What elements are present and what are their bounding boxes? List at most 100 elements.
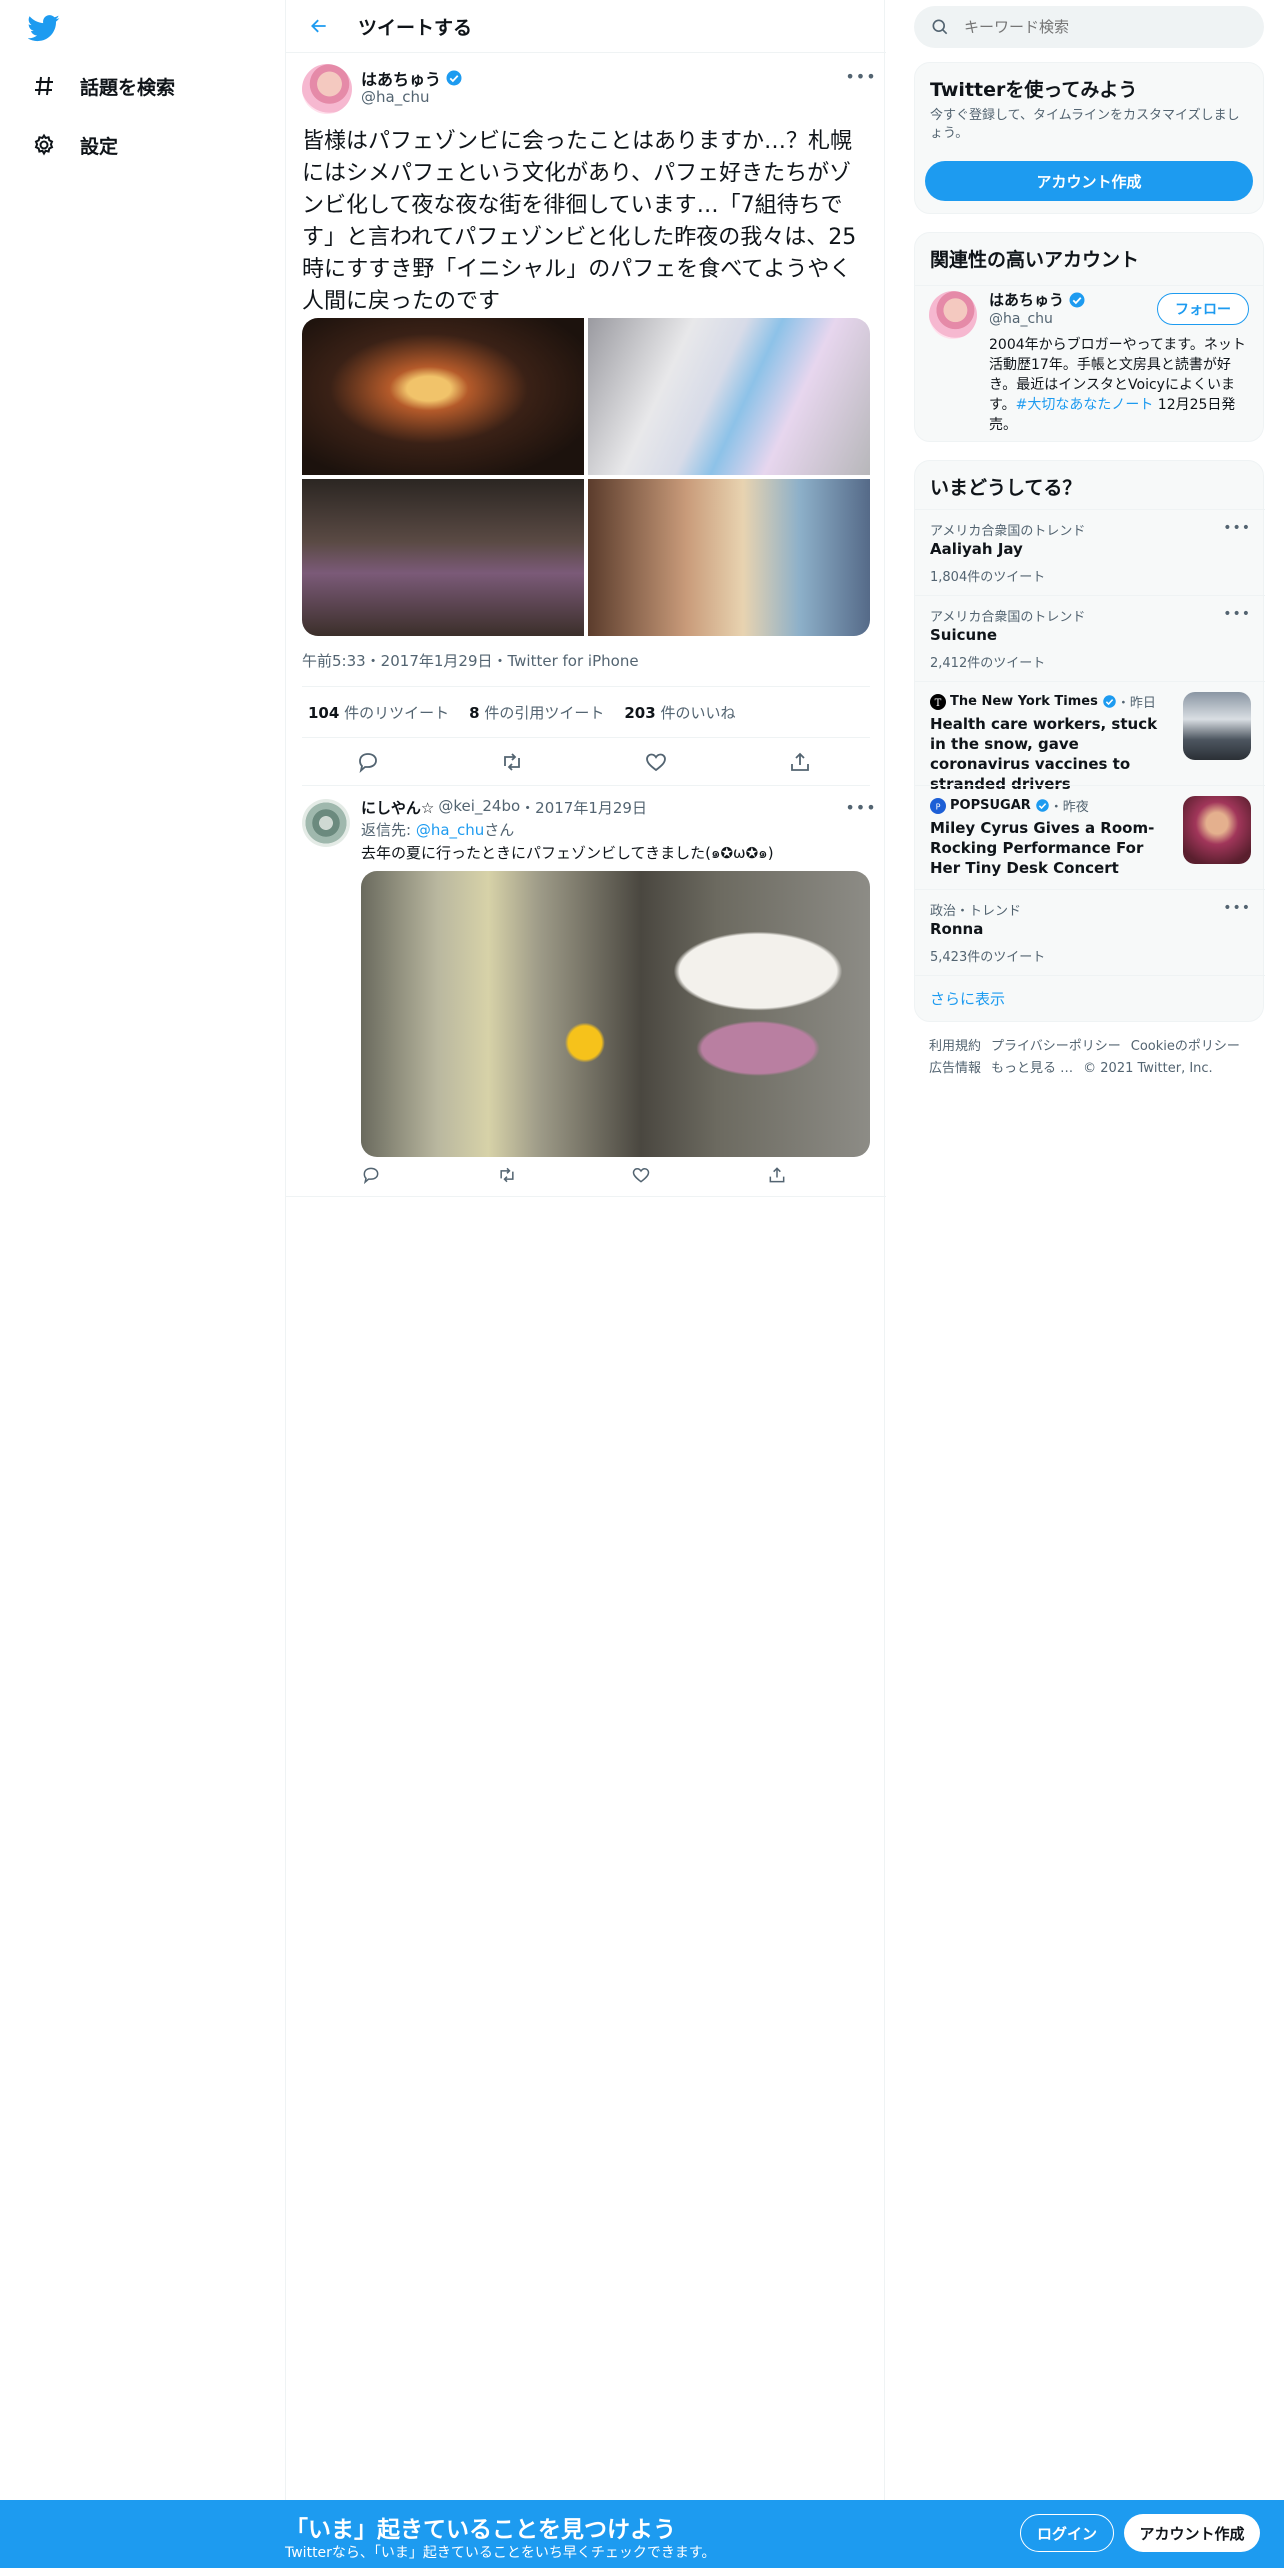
news-thumbnail (1183, 796, 1251, 864)
news-item[interactable]: P POPSUGAR ・昨夜 Miley Cyrus Gives a Room-… (915, 785, 1265, 889)
footer-link-cookies[interactable]: Cookieのポリシー (1131, 1039, 1240, 1054)
signup-button[interactable]: アカウント作成 (1124, 2514, 1260, 2552)
verified-badge-icon (1103, 695, 1116, 708)
trend-context: アメリカ合衆国のトレンド (930, 524, 1086, 539)
search-icon (932, 19, 948, 35)
news-source: T The New York Times ・昨日 (930, 692, 1156, 711)
avatar[interactable] (302, 64, 352, 114)
nav-settings-label: 設定 (80, 135, 119, 158)
likes-count: 203 (624, 703, 656, 722)
search-box[interactable] (914, 6, 1264, 48)
likes-stat[interactable]: 203 件のいいね (624, 702, 735, 723)
reply-icon[interactable] (361, 1165, 381, 1185)
reply-text: 去年の夏に行ったときにパフェゾンビしてきました(๑✪ω✪๑) (361, 844, 774, 862)
retweet-icon[interactable] (497, 1165, 517, 1185)
retweet-icon[interactable] (500, 750, 524, 774)
tweet-author[interactable]: はあちゅう (361, 66, 463, 90)
likes-label: 件のいいね (660, 703, 736, 722)
tweet-photo-4[interactable] (588, 479, 870, 636)
follow-button[interactable]: フォロー (1157, 293, 1249, 325)
divider (915, 285, 1263, 286)
create-account-button[interactable]: アカウント作成 (925, 161, 1253, 201)
reply-author[interactable]: にしやん☆ @kei_24bo ・2017年1月29日 (361, 797, 647, 818)
login-button[interactable]: ログイン (1020, 2514, 1114, 2552)
show-more-row[interactable]: さらに表示 (915, 975, 1265, 1021)
related-account-name[interactable]: はあちゅう (989, 289, 1086, 310)
related-name: はあちゅう (989, 291, 1065, 309)
news-item[interactable]: T The New York Times ・昨日 Health care wor… (915, 681, 1265, 793)
quotes-count: 8 (469, 703, 480, 722)
like-icon[interactable] (631, 1165, 651, 1185)
retweets-stat[interactable]: 104 件のリツイート (308, 702, 449, 723)
show-more-link[interactable]: さらに表示 (930, 988, 1005, 1009)
signup-title: Twitterを使ってみよう (930, 79, 1138, 101)
verified-badge-icon (1069, 292, 1085, 307)
main-column: ツイートする はあちゅう @ha_chu ••• 皆様はパフェゾンビに会ったこと… (285, 0, 886, 2500)
trends-title: いまどうしてる？ (930, 477, 1082, 499)
like-icon[interactable] (644, 750, 668, 774)
more-options-icon[interactable]: ••• (1223, 606, 1251, 622)
reply-author-handle: @kei_24bo (438, 797, 521, 815)
avatar[interactable] (929, 291, 977, 339)
twitter-bird-icon[interactable] (27, 12, 64, 44)
search-input[interactable] (964, 18, 1244, 36)
related-accounts-card: 関連性の高いアカウント はあちゅう @ha_chu フォロー 2004年からブロ… (914, 232, 1264, 442)
popsugar-logo-icon: P (930, 797, 946, 814)
left-navigation: 話題を検索 設定 (0, 0, 285, 2500)
verified-badge-icon (446, 70, 462, 86)
tweet-photo-3[interactable] (302, 479, 584, 636)
more-options-icon[interactable]: ••• (1223, 520, 1251, 536)
trend-count: 1,804件のツイート (930, 570, 1046, 585)
trend-item[interactable]: アメリカ合衆国のトレンド Aaliyah Jay 1,804件のツイート ••• (915, 509, 1265, 595)
tweet-timestamp[interactable]: 午前5:33・2017年1月29日・Twitter for iPhone (302, 650, 639, 671)
reply-to-handle[interactable]: @ha_chu (416, 821, 484, 839)
verified-badge-icon (1036, 799, 1049, 812)
nyt-logo-icon: T (930, 693, 946, 710)
related-handle: @ha_chu (989, 311, 1053, 327)
share-icon[interactable] (788, 750, 812, 774)
reply-author-name: にしやん☆ (361, 799, 435, 817)
news-time: ・昨夜 (1049, 800, 1089, 815)
reply-date: ・2017年1月29日 (520, 799, 647, 817)
avatar[interactable] (302, 799, 350, 847)
trend-item[interactable]: 政治・トレンド Ronna 5,423件のツイート ••• (915, 889, 1265, 975)
news-title: Health care workers, stuck in the snow, … (930, 715, 1158, 793)
signup-banner: 「いま」起きていることを見つけよう Twitterなら、「いま」起きていることを… (0, 2500, 1284, 2568)
tweet-text: 皆様はパフェゾンビに会ったことはありますか…？札幌にはシメパフェという文化があり… (302, 129, 857, 314)
retweets-count: 104 (308, 703, 340, 722)
tweet-photo-2[interactable] (588, 318, 870, 475)
svg-text:P: P (936, 802, 941, 811)
trend-context: アメリカ合衆国のトレンド (930, 610, 1086, 625)
news-source: P POPSUGAR ・昨夜 (930, 796, 1089, 815)
more-options-icon[interactable]: ••• (845, 797, 876, 817)
reply-photo[interactable] (361, 871, 870, 1157)
reply-icon[interactable] (356, 750, 380, 774)
footer-link-terms[interactable]: 利用規約 (929, 1039, 981, 1054)
footer-link-privacy[interactable]: プライバシーポリシー (991, 1039, 1121, 1054)
quotes-stat[interactable]: 8 件の引用ツイート (469, 702, 604, 723)
footer-link-ads[interactable]: 広告情報 (929, 1061, 981, 1076)
signup-card: Twitterを使ってみよう 今すぐ登録して、タイムラインをカスタマイズしましょ… (914, 62, 1264, 214)
reply-to-suffix: さん (484, 821, 515, 839)
reply-to-prefix: 返信先: (361, 821, 416, 839)
more-options-icon[interactable]: ••• (845, 66, 876, 86)
more-options-icon[interactable]: ••• (1223, 900, 1251, 916)
author-name: はあちゅう (361, 70, 442, 89)
tweet-photo-1[interactable] (302, 318, 584, 475)
nav-explore[interactable]: 話題を検索 (28, 66, 175, 106)
related-bio: 2004年からブロガーやってます。ネット活動歴17年。手帳と文房具と読書が好き。… (989, 335, 1251, 435)
reply-actions (361, 1165, 870, 1189)
author-handle[interactable]: @ha_chu (361, 88, 429, 106)
back-arrow-icon[interactable] (302, 9, 336, 43)
share-icon[interactable] (767, 1165, 787, 1185)
tweet-media-grid (302, 318, 870, 636)
reply-tweet[interactable]: にしやん☆ @kei_24bo ・2017年1月29日 ••• 返信先: @ha… (286, 787, 886, 1197)
trend-name: Aaliyah Jay (930, 540, 1023, 558)
trend-count: 5,423件のツイート (930, 950, 1046, 965)
news-thumbnail (1183, 692, 1251, 760)
trends-card: いまどうしてる？ アメリカ合衆国のトレンド Aaliyah Jay 1,804件… (914, 460, 1265, 1022)
nav-settings[interactable]: 設定 (28, 125, 118, 165)
footer-link-more[interactable]: もっと見る … (991, 1061, 1073, 1076)
bio-hashtag-link[interactable]: #大切なあなたノート (1016, 397, 1154, 413)
trend-item[interactable]: アメリカ合衆国のトレンド Suicune 2,412件のツイート ••• (915, 595, 1265, 681)
